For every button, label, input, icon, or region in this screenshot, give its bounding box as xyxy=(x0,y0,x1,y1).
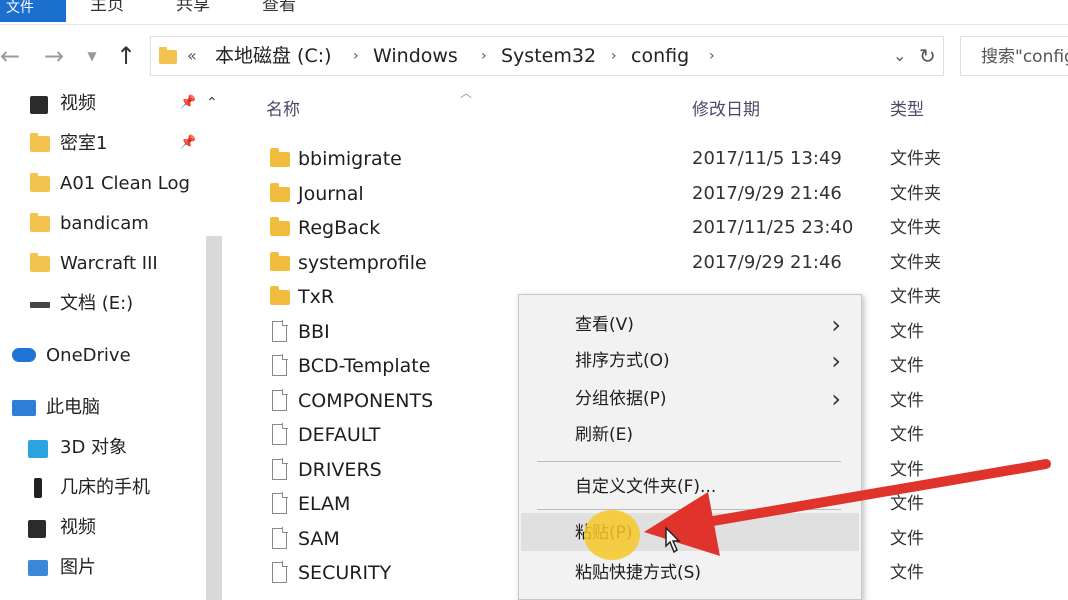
mouse-cursor-icon xyxy=(665,526,681,554)
annotation-arrow-icon xyxy=(644,459,1051,556)
